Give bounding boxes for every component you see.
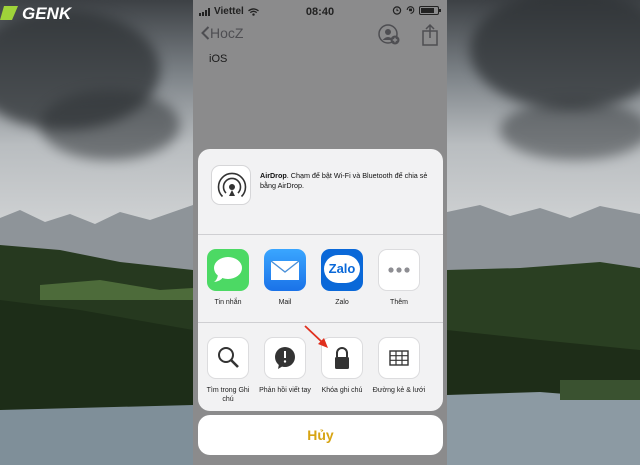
cancel-button[interactable]: Hủy xyxy=(198,415,443,455)
status-bar: Viettel 08:40 xyxy=(193,0,447,24)
airdrop-title: AirDrop xyxy=(260,171,287,180)
action-lock-note[interactable]: Khóa ghi chú xyxy=(314,337,370,396)
app-label: Tin nhắn xyxy=(214,299,242,306)
action-lines-grids[interactable]: Đường kẻ & lưới xyxy=(371,337,427,396)
action-find-in-note[interactable]: Tìm trong Ghi chú xyxy=(200,337,256,404)
action-label: Tìm trong Ghi chú xyxy=(206,387,250,403)
zalo-logo-text: Zalo xyxy=(328,261,356,276)
app-label: Thêm xyxy=(390,299,408,306)
status-right-group xyxy=(392,5,441,15)
app-label: Zalo xyxy=(335,299,349,306)
action-label: Khóa ghi chú xyxy=(321,387,363,394)
mail-icon xyxy=(264,249,306,291)
note-body-text: iOS xyxy=(209,53,228,65)
zalo-icon: Zalo xyxy=(321,249,363,291)
action-row: Tìm trong Ghi chú Phản hồi viết tay Khóa… xyxy=(198,323,443,411)
magnifier-icon xyxy=(207,337,249,379)
action-label: Phản hồi viết tay xyxy=(259,387,311,394)
genk-watermark: GENK xyxy=(0,4,73,23)
lock-icon xyxy=(321,337,363,379)
back-label: HocZ xyxy=(210,25,244,41)
add-people-button[interactable] xyxy=(377,23,401,47)
airdrop-icon xyxy=(211,165,251,205)
share-sheet: AirDrop. Chạm để bật Wi-Fi và Bluetooth … xyxy=(198,149,443,411)
orientation-lock-icon xyxy=(406,6,415,14)
battery-icon xyxy=(419,5,441,15)
grid-icon xyxy=(378,337,420,379)
alarm-icon xyxy=(392,6,402,15)
app-messages[interactable]: Tin nhắn xyxy=(200,249,256,308)
more-icon xyxy=(378,249,420,291)
airdrop-description: AirDrop. Chạm để bật Wi-Fi và Bluetooth … xyxy=(260,171,438,190)
action-label: Đường kẻ & lưới xyxy=(372,387,426,394)
airdrop-section[interactable]: AirDrop. Chạm để bật Wi-Fi và Bluetooth … xyxy=(198,149,443,235)
app-row: Tin nhắn Mail Zalo Zalo Thêm xyxy=(198,235,443,323)
share-button[interactable] xyxy=(420,23,440,47)
markup-icon xyxy=(264,337,306,379)
back-button[interactable]: HocZ xyxy=(201,25,243,41)
notes-navbar: HocZ xyxy=(193,22,447,48)
app-zalo[interactable]: Zalo Zalo xyxy=(314,249,370,308)
app-mail[interactable]: Mail xyxy=(257,249,313,308)
messages-icon xyxy=(207,249,249,291)
phone-screen: Viettel 08:40 HocZ iOS AirDrop. Chạm để … xyxy=(193,0,447,465)
action-markup[interactable]: Phản hồi viết tay xyxy=(257,337,313,396)
app-more[interactable]: Thêm xyxy=(371,249,427,308)
svg-text:GENK: GENK xyxy=(22,4,73,23)
chevron-left-icon xyxy=(201,26,210,40)
app-label: Mail xyxy=(278,299,292,306)
